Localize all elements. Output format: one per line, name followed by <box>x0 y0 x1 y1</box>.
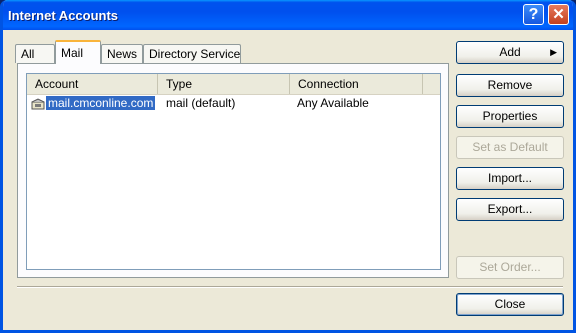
column-header-type[interactable]: Type <box>158 74 290 94</box>
submenu-arrow-icon: ▶ <box>550 47 557 57</box>
properties-button[interactable]: Properties <box>456 105 564 128</box>
column-header-account[interactable]: Account <box>27 74 158 94</box>
internet-accounts-dialog: Internet Accounts ? ✕ All Mail News Dire… <box>0 0 576 333</box>
export-button[interactable]: Export... <box>456 198 564 221</box>
accounts-list[interactable]: Account Type Connection mail.cmconline.c… <box>26 73 441 270</box>
account-name: mail.cmconline.com <box>46 96 156 110</box>
list-header: Account Type Connection <box>27 74 440 95</box>
list-item[interactable]: mail.cmconline.com mail (default) Any Av… <box>27 95 440 111</box>
add-button-label: Add <box>499 45 521 59</box>
separator <box>17 286 563 288</box>
window-title: Internet Accounts <box>8 8 119 23</box>
column-header-connection[interactable]: Connection <box>290 74 423 94</box>
tab-all[interactable]: All <box>15 44 55 63</box>
close-button[interactable]: Close <box>456 293 564 316</box>
close-window-button[interactable]: ✕ <box>548 4 569 25</box>
remove-button[interactable]: Remove <box>456 74 564 97</box>
tab-news[interactable]: News <box>101 44 143 63</box>
account-cell: mail.cmconline.com <box>31 95 156 111</box>
set-as-default-button[interactable]: Set as Default <box>456 136 564 159</box>
mail-account-icon <box>31 98 45 110</box>
import-button[interactable]: Import... <box>456 167 564 190</box>
tab-mail[interactable]: Mail <box>55 40 101 64</box>
set-order-button[interactable]: Set Order... <box>456 256 564 279</box>
add-button[interactable]: Add ▶ <box>456 41 564 64</box>
tab-directory-service[interactable]: Directory Service <box>143 44 241 63</box>
type-cell: mail (default) <box>166 96 236 110</box>
connection-cell: Any Available <box>297 96 369 110</box>
help-button[interactable]: ? <box>523 4 544 25</box>
mail-tab-panel: Account Type Connection mail.cmconline.c… <box>17 63 449 278</box>
title-bar[interactable]: Internet Accounts ? ✕ <box>3 0 573 30</box>
